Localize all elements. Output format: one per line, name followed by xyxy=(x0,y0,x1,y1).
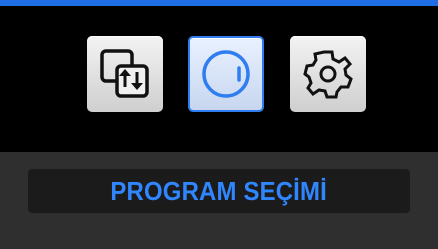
icon-menu xyxy=(0,6,438,152)
program-select-button-reflection xyxy=(188,78,264,114)
settings-button-reflection xyxy=(290,78,366,114)
title-panel: PROGRAM SEÇİMİ xyxy=(0,152,438,249)
copy-button-reflection xyxy=(87,78,163,114)
title-display: PROGRAM SEÇİMİ xyxy=(28,169,410,213)
program-selection-title: PROGRAM SEÇİMİ xyxy=(110,175,328,206)
